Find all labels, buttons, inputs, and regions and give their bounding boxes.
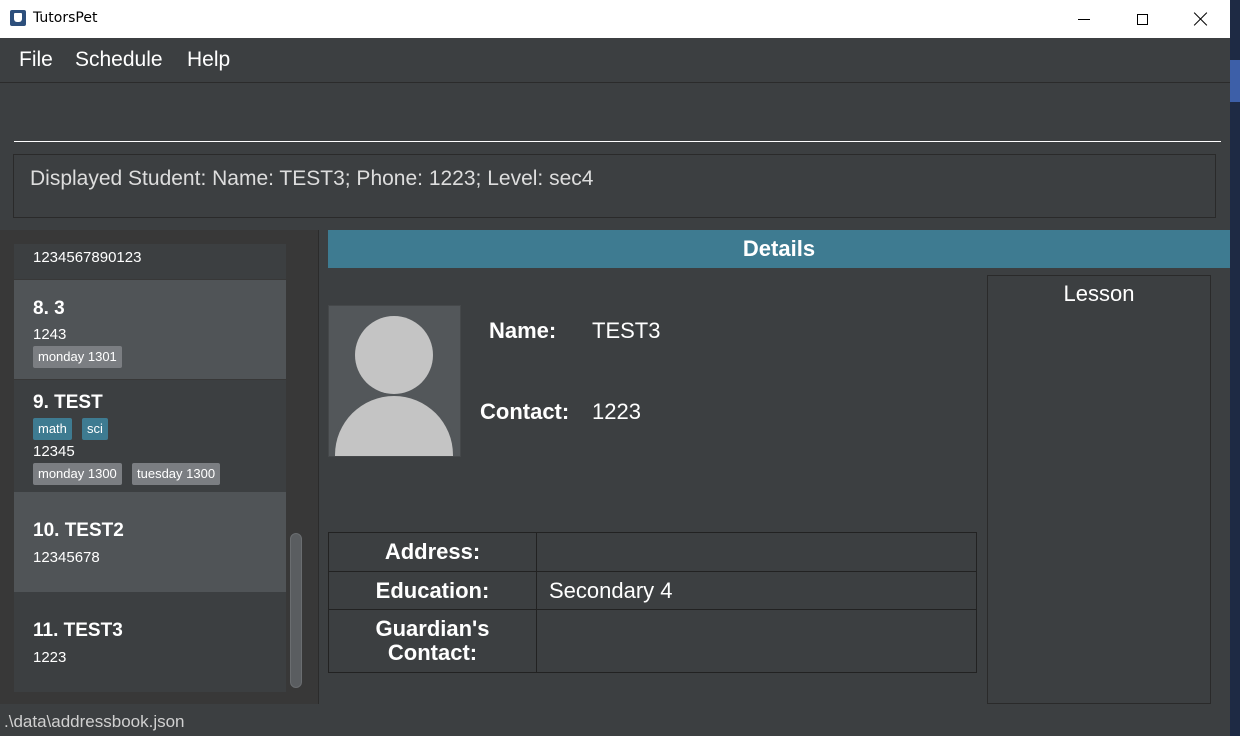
student-list[interactable]: 1234567890123 8. 3 1243 monday 1301 9. T…	[0, 230, 319, 704]
command-input[interactable]	[14, 89, 1221, 142]
student-name: 11. TEST3	[33, 620, 123, 641]
contact-value: 1223	[592, 399, 641, 424]
education-value: Secondary 4	[536, 571, 977, 610]
avatar-head	[355, 316, 433, 394]
lesson-title: Lesson	[1063, 281, 1135, 306]
maximize-button[interactable]	[1113, 0, 1171, 38]
table-row-education: Education: Secondary 4	[328, 571, 977, 610]
student-phone: 1223	[33, 649, 67, 666]
contact-label: Contact:	[480, 399, 570, 424]
student-name: 8. 3	[33, 298, 65, 319]
command-box	[0, 83, 1230, 147]
title-bar: TutorsPet	[0, 0, 1230, 38]
student-phone: 1243	[33, 326, 67, 343]
close-icon	[1194, 12, 1208, 26]
background-window-edge	[1230, 0, 1240, 736]
details-header: Details	[328, 230, 1230, 268]
list-item-9[interactable]: 9. TEST math sci 12345 monday 1300 tuesd…	[14, 380, 286, 492]
file-path: .\data\addressbook.json	[4, 712, 185, 731]
list-item-8[interactable]: 8. 3 1243 monday 1301	[14, 280, 286, 379]
menu-help[interactable]: Help	[187, 48, 230, 72]
result-text: Displayed Student: Name: TEST3; Phone: 1…	[30, 167, 594, 190]
minimize-icon	[1078, 18, 1090, 20]
status-bar: .\data\addressbook.json	[0, 705, 1230, 736]
lesson-tag: monday 1301	[33, 346, 122, 368]
student-name: 9. TEST	[33, 392, 103, 413]
lesson-panel: Lesson	[987, 275, 1211, 704]
list-item-11[interactable]: 11. TEST3 1223	[14, 592, 286, 692]
menu-file[interactable]: File	[19, 48, 53, 72]
scrollbar-thumb[interactable]	[290, 533, 302, 688]
address-value	[536, 532, 977, 572]
window-title: TutorsPet	[33, 10, 98, 26]
guardian-label: Guardian's Contact:	[328, 609, 537, 673]
maximize-icon	[1136, 13, 1148, 25]
guardian-label-line2: Contact:	[387, 640, 478, 665]
name-label: Name:	[489, 318, 557, 343]
menu-bar: File Schedule Help	[0, 38, 1230, 83]
student-phone: 1234567890123	[33, 249, 142, 266]
result-display: Displayed Student: Name: TEST3; Phone: 1…	[13, 154, 1216, 218]
list-item-partial[interactable]: 1234567890123	[14, 244, 286, 279]
student-phone: 12345678	[33, 549, 100, 566]
minimize-button[interactable]	[1055, 0, 1113, 38]
guardian-value	[536, 609, 977, 673]
subject-tag: math	[33, 418, 72, 440]
subject-tag: sci	[82, 418, 108, 440]
close-button[interactable]	[1172, 0, 1230, 38]
avatar-body	[335, 396, 453, 456]
details-panel: Details Name: TEST3 Contact: 1223 Addres…	[319, 230, 1230, 704]
app-icon	[10, 10, 26, 26]
address-label: Address:	[328, 532, 537, 572]
name-value: TEST3	[592, 318, 661, 343]
guardian-label-line1: Guardian's	[375, 616, 490, 641]
menu-schedule[interactable]: Schedule	[75, 48, 163, 72]
list-item-10[interactable]: 10. TEST2 12345678	[14, 492, 286, 592]
background-window-accent	[1230, 60, 1240, 102]
avatar-icon	[328, 305, 461, 457]
student-phone: 12345	[33, 443, 75, 460]
education-label: Education:	[328, 571, 537, 610]
table-row-guardian: Guardian's Contact:	[328, 609, 977, 673]
lesson-tag: tuesday 1300	[132, 463, 221, 485]
student-name: 10. TEST2	[33, 520, 124, 541]
table-row-address: Address:	[328, 532, 977, 572]
lesson-tag: monday 1300	[33, 463, 122, 485]
info-table: Address: Education: Secondary 4 Guardian…	[328, 532, 977, 673]
